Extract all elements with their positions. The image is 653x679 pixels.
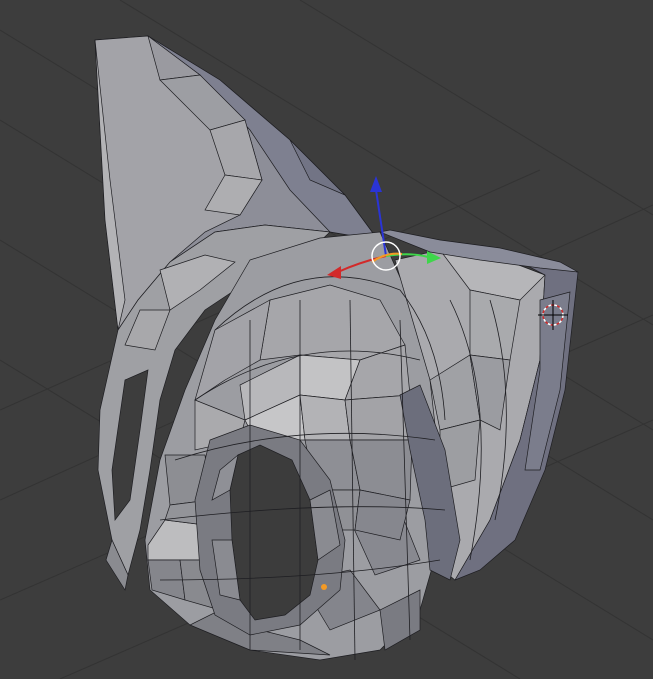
selected-vertex-marker[interactable] [321,584,327,590]
3d-viewport[interactable] [0,0,653,679]
viewport-canvas[interactable] [0,0,653,679]
gizmo-z-arrow-icon[interactable] [370,176,382,192]
